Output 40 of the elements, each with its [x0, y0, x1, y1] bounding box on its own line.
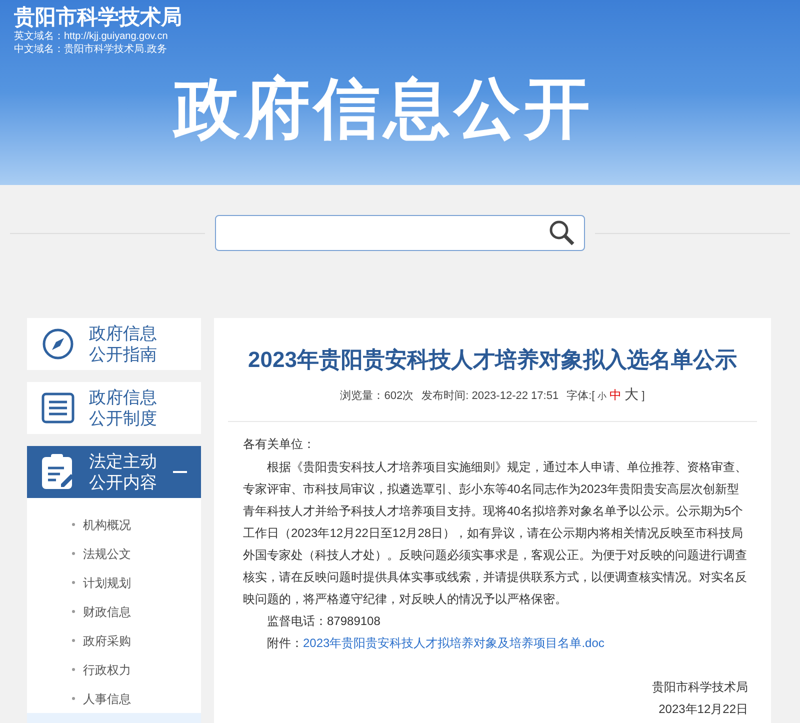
- sidebar-label: 政府信息: [89, 323, 158, 344]
- search-field[interactable]: [215, 215, 585, 251]
- font-size-label: 字体:[: [566, 388, 595, 404]
- sidebar-item[interactable]: 法定主动 公开内容: [27, 446, 201, 498]
- domain-zh: 中文域名：贵阳市科学技术局.政务: [14, 43, 168, 56]
- sidebar-label: 法定主动: [89, 451, 158, 472]
- sidebar-label: 政府信息: [89, 387, 158, 408]
- attachment-label: 附件：: [267, 635, 303, 652]
- salutation: 各有关单位：: [243, 436, 316, 453]
- site-name: 贵阳市科学技术局: [14, 4, 183, 30]
- list-icon: [41, 392, 75, 424]
- submenu-item[interactable]: 机构概况: [27, 510, 201, 539]
- submenu-item[interactable]: 行政权力: [27, 655, 201, 684]
- clipboard-pencil-icon: [41, 453, 75, 491]
- sidebar-item[interactable]: 政府信息 公开制度: [27, 382, 201, 434]
- sidebar-label: 公开制度: [89, 408, 158, 429]
- submenu-item[interactable]: 人事信息: [27, 684, 201, 713]
- banner-title: 政府信息公开: [174, 70, 594, 146]
- font-size-option[interactable]: 小: [598, 390, 607, 404]
- font-size-option[interactable]: 中: [610, 386, 622, 404]
- sidebar-label: 公开内容: [89, 472, 158, 493]
- compass-icon: [41, 327, 75, 361]
- sidebar-label: 公开指南: [89, 344, 158, 365]
- publish-time: 发布时间: 2023-12-22 17:51: [422, 389, 559, 404]
- view-count: 浏览量：602次: [340, 388, 414, 404]
- phone-line: 监督电话：87989108: [267, 614, 380, 628]
- font-size-bracket: ]: [642, 389, 645, 404]
- sidebar-item[interactable]: 政府信息 公开指南: [27, 318, 201, 370]
- article-title: 2023年贵阳贵安科技人才培养对象拟入选名单公示: [247, 346, 738, 374]
- date: 2023年12月22日: [658, 701, 748, 718]
- submenu-item[interactable]: 政府采购: [27, 626, 201, 655]
- submenu-item[interactable]: 法规公文: [27, 539, 201, 568]
- domain-en: 英文域名：http://kjj.guiyang.gov.cn: [14, 30, 169, 43]
- signature: 贵阳市科学技术局: [652, 679, 748, 696]
- search-icon[interactable]: [548, 219, 576, 247]
- font-size-option[interactable]: 大: [624, 384, 639, 405]
- submenu-item[interactable]: 财政信息: [27, 597, 201, 626]
- submenu-item[interactable]: 计划规划: [27, 568, 201, 597]
- attachment-link[interactable]: 2023年贵阳贵安科技人才拟培养对象及培养项目名单.doc: [303, 632, 604, 654]
- body-paragraph: 根据《贵阳贵安科技人才培养项目实施细则》规定，通过本人申请、单位推荐、资格审查、专家评审、市科技局审议，拟遴选覃引、彭小东等40名同志作为2023年贵阳贵安高层次创新型青年科技人才并给予科技人才培养项目支持。现将40名拟培养对象名单予以公示。公示期为5个工作日（2023年12月22日至12月28日），如有异议，请在公示期内将相关情况反映至市科技局外国专家处（科技人才处）。反映问题必须实事求是，客观公正。为便于对反映的问题进行调查核实，请在反映问题时提供具体实事或线索，并请提供联系方式，以便调查核实情况。对实名反映问题的，将严格遵守纪律，对反映人的情况予以严格保密。: [243, 459, 748, 608]
